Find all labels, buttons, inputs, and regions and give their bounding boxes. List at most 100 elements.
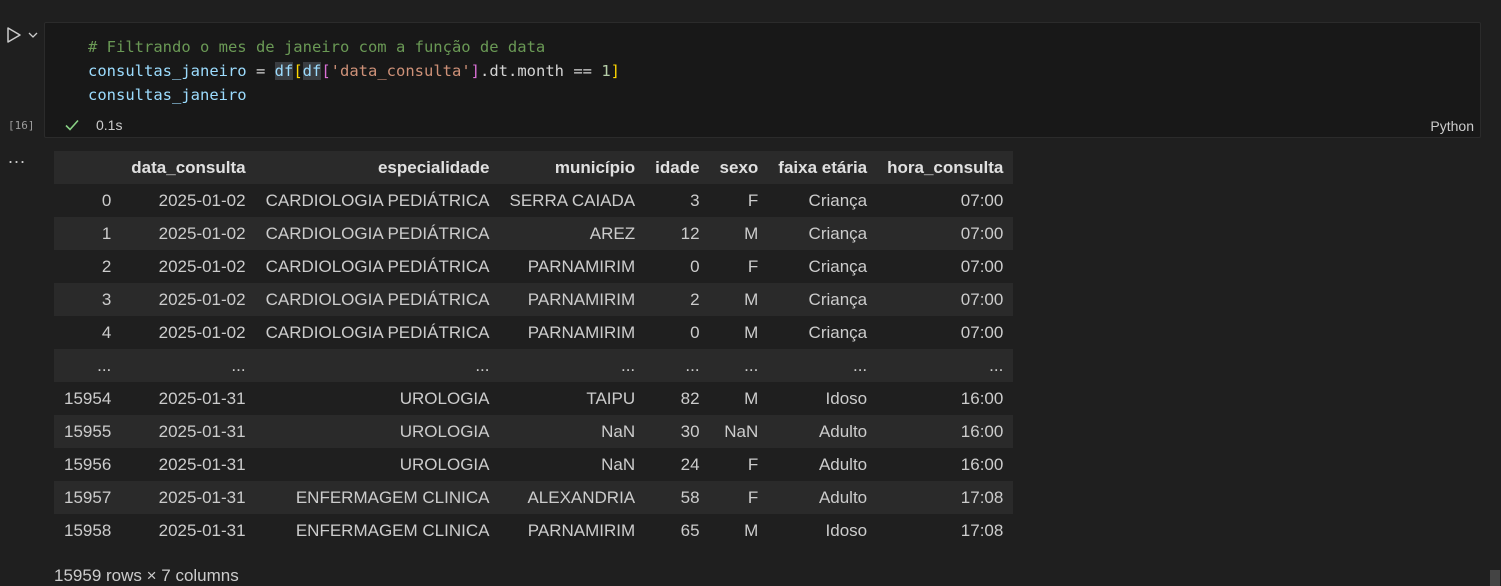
table-row-ellipsis: ... ... ... ... ... ... ... ... [54,349,1014,382]
table-row: 1 2025-01-02 CARDIOLOGIA PEDIÁTRICA AREZ… [54,217,1014,250]
output-more-actions-icon[interactable]: ... [8,148,26,166]
table-cell: 58 [680,487,700,507]
scrollbar-thumb[interactable] [1490,570,1500,586]
table-cell: Criança [808,190,868,210]
table-row: 15958 2025-01-31 ENFERMAGEM CLINICA PARN… [54,514,1014,547]
table-cell: CARDIOLOGIA PEDIÁTRICA [265,289,490,309]
run-cell-icon[interactable] [4,25,24,45]
column-header: município [554,157,636,177]
table-cell: F [747,487,759,507]
table-cell: ... [744,355,759,375]
table-cell: Adulto [818,454,868,474]
execution-count: [16] [8,119,35,132]
table-cell: Criança [808,322,868,342]
table-cell: 2025-01-02 [158,223,246,243]
table-cell: 07:00 [960,289,1004,309]
chevron-down-icon[interactable] [27,29,39,41]
table-cell: 2025-01-02 [158,190,246,210]
row-index: 15958 [64,520,112,540]
table-row: 15956 2025-01-31 UROLOGIA NaN 24 F Adult… [54,448,1014,481]
dataframe-table: data_consulta especialidade município id… [54,151,1014,547]
table-cell: Criança [808,289,868,309]
table-cell: 12 [680,223,700,243]
table-cell: M [744,223,759,243]
code-token: = [246,62,275,80]
table-cell: ENFERMAGEM CLINICA [295,520,490,540]
table-cell: ALEXANDRIA [527,487,636,507]
code-token: df [302,62,322,80]
table-row: 15954 2025-01-31 UROLOGIA TAIPU 82 M Ido… [54,382,1014,415]
column-header: hora_consulta [887,157,1004,177]
table-cell: ... [852,355,868,375]
code-token: ] [470,62,480,80]
table-cell: 2025-01-31 [158,388,246,408]
row-index: 0 [101,190,112,210]
column-header: sexo [719,157,759,177]
table-cell: UROLOGIA [399,454,490,474]
table-cell: NaN [724,421,759,441]
table-cell: 17:08 [960,520,1004,540]
code-token: df [274,62,294,80]
column-header: idade [655,157,700,177]
code-cell[interactable]: # Filtrando o mes de janeiro com a funçã… [44,22,1481,138]
table-cell: PARNAMIRIM [527,256,636,276]
table-cell: SERRA CAIADA [509,190,636,210]
table-cell: ... [989,355,1004,375]
execution-time: 0.1s [96,117,123,133]
table-cell: 2025-01-02 [158,289,246,309]
table-cell: 07:00 [960,322,1004,342]
code-token: 'data_consulta' [330,62,471,80]
table-cell: PARNAMIRIM [527,322,636,342]
code-token: ] [610,62,621,80]
table-cell: CARDIOLOGIA PEDIÁTRICA [265,223,490,243]
table-cell: 3 [690,190,700,210]
table-cell: F [747,454,759,474]
dataframe-shape-summary: 15959 rows × 7 columns [54,566,239,585]
table-cell: ENFERMAGEM CLINICA [295,487,490,507]
table-cell: 16:00 [960,388,1004,408]
code-token: consultas_janeiro [88,86,247,104]
row-index: 15956 [64,454,112,474]
table-cell: 82 [680,388,700,408]
table-row: 0 2025-01-02 CARDIOLOGIA PEDIÁTRICA SERR… [54,184,1014,217]
row-index: 1 [101,223,112,243]
table-cell: 30 [680,421,700,441]
table-cell: M [744,520,759,540]
table-row: 15957 2025-01-31 ENFERMAGEM CLINICA ALEX… [54,481,1014,514]
table-cell: Adulto [818,421,868,441]
table-cell: CARDIOLOGIA PEDIÁTRICA [265,322,490,342]
column-header: faixa etária [778,157,868,177]
table-cell: CARDIOLOGIA PEDIÁTRICA [265,190,490,210]
row-index: ... [97,355,112,375]
table-cell: NaN [601,421,636,441]
table-cell: 16:00 [960,454,1004,474]
row-index: 3 [101,289,112,309]
table-cell: Idoso [825,520,868,540]
table-cell: 65 [680,520,700,540]
code-token: 1 [601,62,611,80]
table-cell: 2025-01-02 [158,256,246,276]
column-header: data_consulta [131,157,246,177]
table-row: 3 2025-01-02 CARDIOLOGIA PEDIÁTRICA PARN… [54,283,1014,316]
code-comment: # Filtrando o mes de janeiro com a funçã… [88,38,546,56]
table-cell: 2025-01-31 [158,421,246,441]
table-cell: M [744,388,759,408]
table-cell: AREZ [589,223,636,243]
column-header: especialidade [377,157,490,177]
code-token: consultas_janeiro [88,62,247,80]
row-index: 4 [101,322,112,342]
table-cell: 2025-01-31 [158,454,246,474]
table-cell: F [747,256,759,276]
execution-status: 0.1s [64,117,122,133]
table-cell: Criança [808,223,868,243]
table-cell: NaN [601,454,636,474]
table-cell: M [744,322,759,342]
table-cell: 24 [680,454,700,474]
check-icon [65,119,79,131]
row-index: 15957 [64,487,112,507]
kernel-language-label[interactable]: Python [1430,118,1474,134]
code-editor[interactable]: # Filtrando o mes de janeiro com a funçã… [88,35,620,107]
table-cell: Idoso [825,388,868,408]
table-row: 4 2025-01-02 CARDIOLOGIA PEDIÁTRICA PARN… [54,316,1014,349]
row-index: 15955 [64,421,112,441]
